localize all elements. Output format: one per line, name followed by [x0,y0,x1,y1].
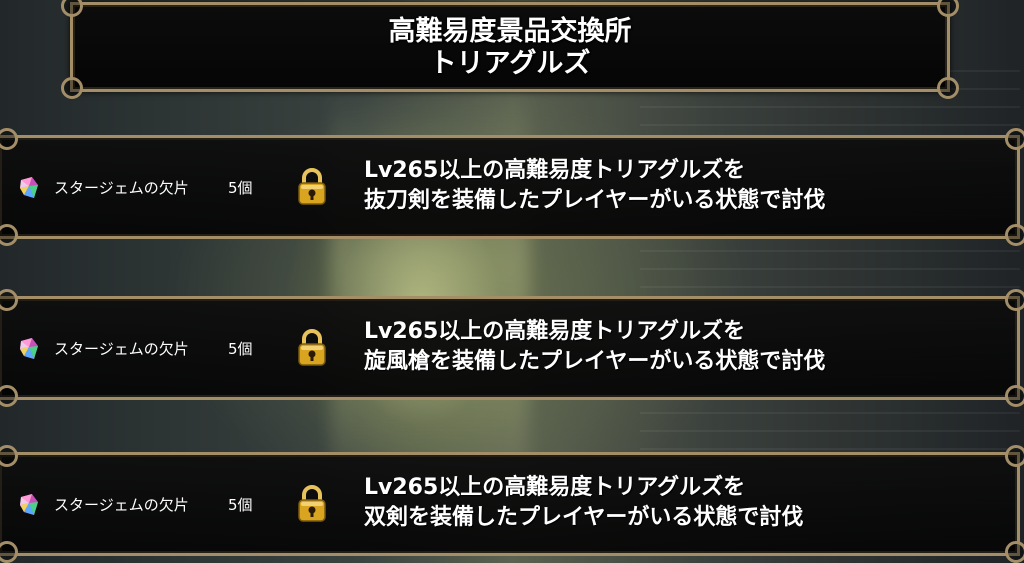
frame-ornament [0,541,18,563]
frame-ornament [1005,128,1024,150]
frame-ornament [1005,224,1024,246]
frame-ornament [937,77,959,99]
frame-ornament [937,0,959,17]
reward-row[interactable]: スタージェムの欠片 5個 Lv265以上の高難易度トリアグルズを 抜刀剣を装備し… [0,128,1024,246]
title-panel: 高難易度景品交換所 トリアグルズ [61,0,959,99]
padlock-icon [298,329,326,366]
page-title: 高難易度景品交換所 [388,16,632,47]
frame-ornament [1005,289,1024,311]
reward-item-name: スタージェムの欠片 [54,496,189,514]
frame-ornament [0,385,18,407]
unlock-condition-line-2: 旋風槍を装備したプレイヤーがいる状態で討伐 [364,349,826,374]
unlock-condition-line-1: Lv265以上の高難易度トリアグルズを [364,319,746,344]
reward-count: 5個 [228,496,253,514]
frame-ornament [61,77,83,99]
reward-row[interactable]: スタージェムの欠片 5個 Lv265以上の高難易度トリアグルズを 旋風槍を装備し… [0,289,1024,407]
frame-ornament [0,289,18,311]
reward-count: 5個 [228,179,253,197]
frame-ornament [0,224,18,246]
frame-ornament [1005,385,1024,407]
unlock-condition-line-2: 双剣を装備したプレイヤーがいる状態で討伐 [364,505,804,530]
star-gem-fragment-icon [20,177,38,198]
star-gem-fragment-icon [20,494,38,515]
padlock-icon [298,168,326,205]
reward-item-name: スタージェムの欠片 [54,179,189,197]
reward-row[interactable]: スタージェムの欠片 5個 Lv265以上の高難易度トリアグルズを 双剣を装備した… [0,445,1024,563]
unlock-condition-line-1: Lv265以上の高難易度トリアグルズを [364,475,746,500]
padlock-icon [298,485,326,522]
frame-ornament [1005,541,1024,563]
frame-ornament [61,0,83,17]
unlock-condition-line-2: 抜刀剣を装備したプレイヤーがいる状態で討伐 [364,188,826,213]
star-gem-fragment-icon [20,338,38,359]
frame-ornament [0,445,18,467]
frame-ornament [0,128,18,150]
reward-count: 5個 [228,340,253,358]
page-subtitle: トリアグルズ [429,48,591,79]
reward-item-name: スタージェムの欠片 [54,340,189,358]
unlock-condition-line-1: Lv265以上の高難易度トリアグルズを [364,158,746,183]
frame-ornament [1005,445,1024,467]
